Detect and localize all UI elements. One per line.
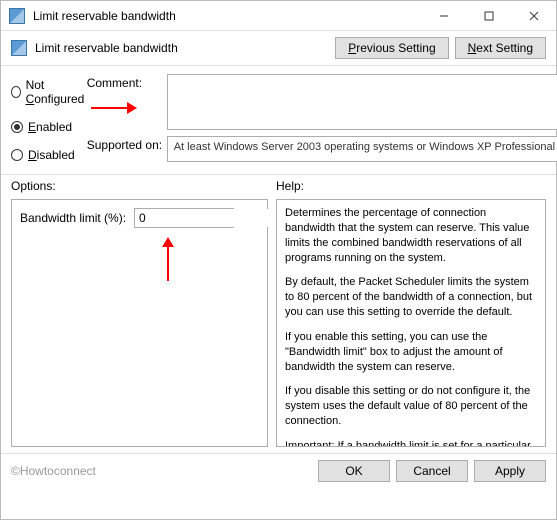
help-paragraph: By default, the Packet Scheduler limits … bbox=[285, 275, 537, 320]
watermark: ©Howtoconnect bbox=[11, 464, 312, 478]
bandwidth-limit-spinner[interactable]: ▲ ▼ bbox=[134, 208, 234, 228]
radio-icon bbox=[11, 121, 23, 133]
help-text: Determines the percentage of connection … bbox=[276, 199, 546, 447]
policy-icon bbox=[11, 40, 27, 56]
options-section-label: Options: bbox=[11, 179, 276, 193]
help-paragraph: Determines the percentage of connection … bbox=[285, 206, 537, 265]
supported-on-text: At least Windows Server 2003 operating s… bbox=[167, 136, 557, 162]
options-panel: Bandwidth limit (%): ▲ ▼ bbox=[11, 199, 268, 447]
window-title: Limit reservable bandwidth bbox=[33, 9, 421, 23]
help-paragraph: If you disable this setting or do not co… bbox=[285, 384, 537, 429]
state-radio-group: Not Configured Enabled Disabled bbox=[11, 74, 87, 168]
policy-title: Limit reservable bandwidth bbox=[35, 41, 329, 55]
previous-setting-button[interactable]: Previous Setting bbox=[335, 37, 448, 59]
comment-textarea[interactable] bbox=[167, 74, 557, 130]
next-setting-button[interactable]: Next Setting bbox=[455, 37, 546, 59]
radio-not-configured[interactable]: Not Configured bbox=[11, 78, 87, 106]
help-section-label: Help: bbox=[276, 179, 546, 193]
comment-label: Comment: bbox=[87, 74, 167, 90]
radio-icon bbox=[11, 149, 23, 161]
apply-button[interactable]: Apply bbox=[474, 460, 546, 482]
supported-on-label: Supported on: bbox=[87, 136, 167, 152]
bandwidth-limit-label: Bandwidth limit (%): bbox=[20, 211, 126, 225]
bandwidth-limit-input[interactable] bbox=[135, 209, 298, 227]
help-paragraph: Important: If a bandwidth limit is set f… bbox=[285, 439, 537, 447]
cancel-button[interactable]: Cancel bbox=[396, 460, 468, 482]
radio-enabled[interactable]: Enabled bbox=[11, 120, 87, 134]
titlebar: Limit reservable bandwidth bbox=[1, 1, 556, 31]
policy-header: Limit reservable bandwidth Previous Sett… bbox=[1, 31, 556, 66]
radio-icon bbox=[11, 86, 21, 98]
close-button[interactable] bbox=[511, 1, 556, 30]
help-paragraph: If you enable this setting, you can use … bbox=[285, 330, 537, 375]
radio-disabled[interactable]: Disabled bbox=[11, 148, 87, 162]
ok-button[interactable]: OK bbox=[318, 460, 390, 482]
minimize-button[interactable] bbox=[421, 1, 466, 30]
maximize-button[interactable] bbox=[466, 1, 511, 30]
gpedit-icon bbox=[9, 8, 25, 24]
